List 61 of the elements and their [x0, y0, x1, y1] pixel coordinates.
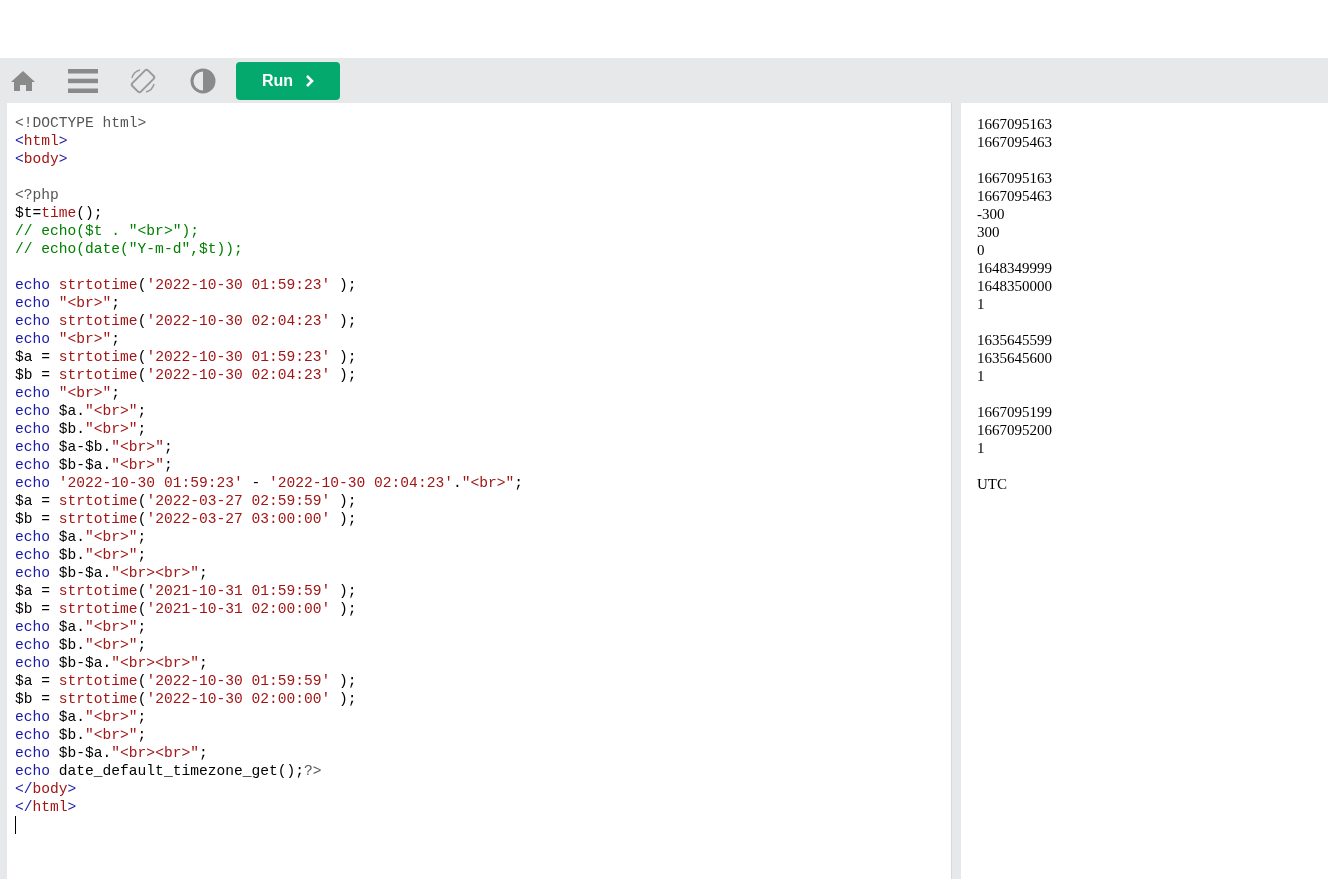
output-line: 1667095463 [977, 133, 1053, 151]
output-line: 300 [977, 223, 1001, 241]
code-line: echo $b-$a."<br><br>"; [15, 654, 209, 672]
code-line: $b = strtotime('2022-10-30 02:04:23' ); [15, 366, 358, 384]
output-line: 1667095200 [977, 421, 1053, 439]
output-line: 1 [977, 367, 986, 385]
output-line: 1635645599 [977, 331, 1053, 349]
code-line: </body> [15, 780, 78, 798]
code-line: $a = strtotime('2022-03-27 02:59:59' ); [15, 492, 358, 510]
code-editor[interactable] [7, 103, 952, 879]
code-line: echo $b-$a."<br><br>"; [15, 744, 209, 762]
code-line: <?php [15, 186, 60, 204]
output-line: 1 [977, 439, 986, 457]
run-button[interactable]: Run [236, 61, 340, 100]
code-line: echo $b."<br>"; [15, 726, 148, 744]
code-line: $b = strtotime('2022-10-30 02:00:00' ); [15, 690, 358, 708]
code-line: // echo(date("Y-m-d",$t)); [15, 240, 244, 258]
code-line: $b = strtotime('2021-10-31 02:00:00' ); [15, 600, 358, 618]
code-line: echo $a-$b."<br>"; [15, 438, 174, 456]
code-line: $a = strtotime('2022-10-30 01:59:23' ); [15, 348, 358, 366]
code-line: echo $b."<br>"; [15, 636, 148, 654]
code-line: </html> [15, 798, 78, 816]
code-line: echo $b-$a."<br>"; [15, 456, 174, 474]
output-line: 1 [977, 295, 986, 313]
code-line: echo $b."<br>"; [15, 420, 148, 438]
code-line: echo strtotime('2022-10-30 02:04:23' ); [15, 312, 358, 330]
output-line: 1667095163 [977, 169, 1053, 187]
code-line: echo "<br>"; [15, 294, 122, 312]
code-line: echo date_default_timezone_get();?> [15, 762, 323, 780]
code-line: echo strtotime('2022-10-30 01:59:23' ); [15, 276, 358, 294]
code-line: echo $b."<br>"; [15, 546, 148, 564]
code-line: $t=time(); [15, 204, 104, 222]
output-line: 1667095463 [977, 187, 1053, 205]
code-line: echo $a."<br>"; [15, 618, 148, 636]
code-line: <html> [15, 132, 69, 150]
code-line: $b = strtotime('2022-03-27 03:00:00' ); [15, 510, 358, 528]
code-line: // echo($t . "<br>"); [15, 222, 200, 240]
output-line: 1667095163 [977, 115, 1053, 133]
code-line: <body> [15, 150, 69, 168]
code-line: echo $a."<br>"; [15, 402, 148, 420]
code-line: echo $a."<br>"; [15, 528, 148, 546]
code-line: echo $a."<br>"; [15, 708, 148, 726]
menu-icon[interactable] [68, 68, 98, 93]
code-line: echo $b-$a."<br><br>"; [15, 564, 209, 582]
output-line: 0 [977, 241, 986, 259]
code-line: echo '2022-10-30 01:59:23' - '2022-10-30 02:04:23'."<br>"; [15, 474, 524, 492]
chevron-icon [305, 74, 315, 87]
code-line: <!DOCTYPE html> [15, 114, 148, 132]
output-line: UTC [977, 475, 1008, 493]
code-line: $a = strtotime('2021-10-31 01:59:59' ); [15, 582, 358, 600]
output-line: 1648349999 [977, 259, 1053, 277]
output-line: 1667095199 [977, 403, 1053, 421]
home-icon[interactable] [10, 69, 36, 92]
code-line: echo "<br>"; [15, 330, 122, 348]
text-cursor [15, 816, 16, 834]
code-line: echo "<br>"; [15, 384, 122, 402]
output-line: -300 [977, 205, 1006, 223]
code-line: $a = strtotime('2022-10-30 01:59:59' ); [15, 672, 358, 690]
output-line: 1648350000 [977, 277, 1053, 295]
output-line: 1635645600 [977, 349, 1053, 367]
contrast-icon[interactable] [190, 67, 216, 94]
